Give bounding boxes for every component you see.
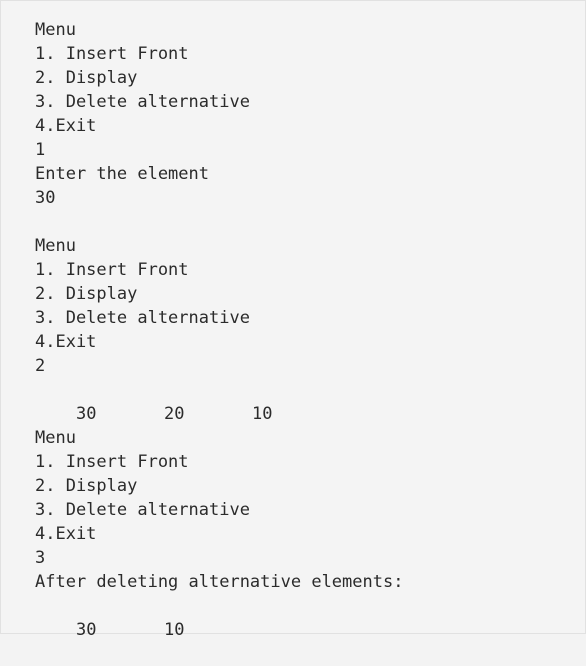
menu-title: Menu (35, 236, 76, 256)
list-value: 30 (75, 404, 97, 424)
menu-option-insert-front: 1. Insert Front (35, 452, 189, 472)
menu-option-delete-alternative: 3. Delete alternative (35, 92, 250, 112)
menu-title: Menu (35, 20, 76, 40)
menu-option-exit: 4.Exit (35, 524, 97, 544)
menu-option-exit: 4.Exit (35, 116, 97, 136)
menu-option-display: 2. Display (35, 284, 138, 304)
menu-title: Menu (35, 428, 76, 448)
user-choice: 2 (35, 356, 46, 376)
menu-option-exit: 4.Exit (35, 332, 97, 352)
result-message: After deleting alternative elements: (35, 572, 404, 592)
result-values-row: 30 10 (35, 594, 585, 640)
list-value: 30 (75, 620, 97, 640)
user-input: 30 (35, 188, 56, 208)
menu-option-insert-front: 1. Insert Front (35, 44, 189, 64)
menu-option-display: 2. Display (35, 68, 138, 88)
display-values-row: 30 20 10 (35, 378, 585, 424)
list-value: 10 (163, 620, 185, 640)
user-choice: 3 (35, 548, 46, 568)
menu-option-delete-alternative: 3. Delete alternative (35, 500, 250, 520)
list-value: 20 (163, 404, 185, 424)
menu-option-insert-front: 1. Insert Front (35, 260, 189, 280)
prompt-text: Enter the element (35, 164, 209, 184)
menu-option-display: 2. Display (35, 476, 138, 496)
menu-option-delete-alternative: 3. Delete alternative (35, 308, 250, 328)
console-output: Menu 1. Insert Front 2. Display 3. Delet… (0, 0, 586, 640)
list-value: 10 (251, 404, 273, 424)
user-choice: 1 (35, 140, 46, 160)
